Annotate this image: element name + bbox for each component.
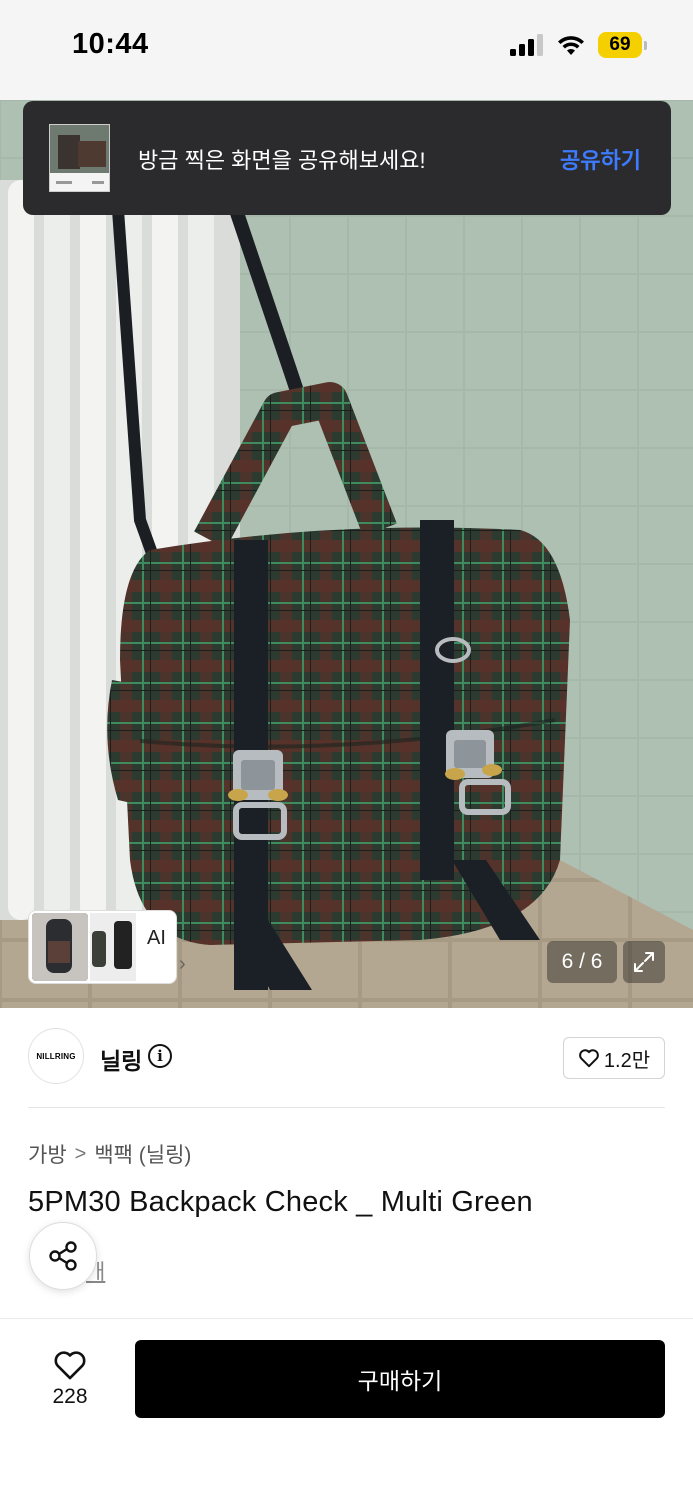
ai-similar-button[interactable]: AI › xyxy=(28,910,186,984)
product-like-button[interactable]: 228 xyxy=(28,1340,112,1418)
battery-icon: 69 xyxy=(598,32,647,58)
expand-icon xyxy=(634,952,654,972)
share-toast: 방금 찍은 화면을 공유해보세요! 공유하기 xyxy=(23,101,671,215)
share-icon xyxy=(49,1241,77,1271)
brand-row: NILLRING 닐링 i 1.2만 xyxy=(28,1028,665,1088)
status-bar: 10:44 69 xyxy=(0,0,693,100)
ai-label: AI xyxy=(147,927,166,949)
breadcrumb: 가방 > 백팩 (닐링) xyxy=(28,1139,191,1169)
battery-level: 69 xyxy=(598,32,642,58)
status-icons: 69 xyxy=(510,32,647,58)
brand-like-button[interactable]: 1.2만 xyxy=(563,1037,665,1079)
breadcrumb-item-backpack[interactable]: 백팩 (닐링) xyxy=(94,1139,191,1169)
divider xyxy=(28,1107,665,1108)
product-title: 5PM30 Backpack Check _ Multi Green xyxy=(28,1186,533,1218)
brand-logo[interactable]: NILLRING xyxy=(28,1028,84,1084)
buy-button[interactable]: 구매하기 xyxy=(135,1340,665,1418)
toast-message: 방금 찍은 화면을 공유해보세요! xyxy=(138,148,426,173)
status-time: 10:44 xyxy=(72,28,149,60)
wifi-icon xyxy=(558,36,584,55)
image-counter: 6 / 6 xyxy=(547,941,617,983)
chevron-right-icon: > xyxy=(74,1142,87,1165)
share-button[interactable] xyxy=(29,1222,97,1290)
bottom-bar-divider xyxy=(0,1318,693,1319)
signal-icon xyxy=(510,34,543,56)
heart-icon xyxy=(54,1351,86,1380)
brand-name[interactable]: 닐링 xyxy=(100,1042,142,1076)
breadcrumb-item-bags[interactable]: 가방 xyxy=(28,1139,67,1169)
share-action-button[interactable]: 공유하기 xyxy=(560,143,641,175)
ai-thumbnail-1 xyxy=(32,913,88,981)
product-image[interactable]: 6 / 6 xyxy=(0,100,693,1008)
product-like-count: 228 xyxy=(52,1385,88,1408)
expand-button[interactable] xyxy=(623,941,665,983)
heart-icon xyxy=(579,1049,599,1068)
brand-like-count: 1.2만 xyxy=(603,1049,651,1072)
chevron-right-icon: › xyxy=(179,953,186,975)
screenshot-thumbnail[interactable] xyxy=(49,124,110,192)
backpack-photo xyxy=(0,100,693,1008)
info-icon[interactable]: i xyxy=(148,1044,172,1068)
ai-thumbnail-2 xyxy=(90,913,136,981)
